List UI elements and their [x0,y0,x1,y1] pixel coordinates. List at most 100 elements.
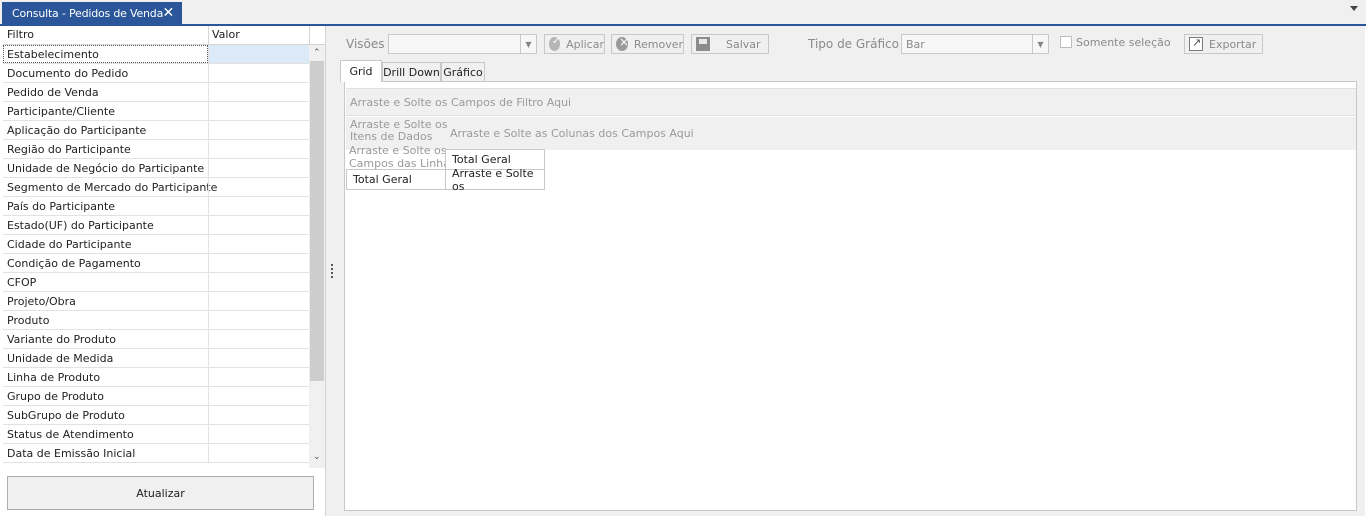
filter-row[interactable]: Status de Atendimento [3,425,309,444]
filter-name: Unidade de Negócio do Participante [7,162,205,175]
document-tab-strip: Consulta - Pedidos de Venda ✕ [0,0,1366,26]
filter-row[interactable]: Unidade de Medida [3,349,309,368]
tab-grid[interactable]: Grid [340,60,382,82]
filter-drop-zone[interactable]: Arraste e Solte os Campos de Filtro Aqui [346,88,1356,116]
filter-value-cell[interactable] [208,311,309,329]
filter-value-cell[interactable] [208,425,309,443]
apply-button[interactable]: Aplicar [544,34,605,54]
filter-value-cell[interactable] [208,292,309,310]
filter-row[interactable]: Grupo de Produto [3,387,309,406]
filter-row[interactable]: Segmento de Mercado do Participante [3,178,309,197]
refresh-button[interactable]: Atualizar [7,476,314,510]
filter-name: Região do Participante [7,143,131,156]
remove-button[interactable]: Remover [611,34,684,54]
filter-panel: Filtro Valor Estabelecimento Documento do… [3,26,326,516]
chevron-down-icon[interactable]: ▼ [520,35,536,53]
filter-name: Projeto/Obra [7,295,76,308]
tab-consulta-pedidos[interactable]: Consulta - Pedidos de Venda ✕ [2,2,182,24]
panel-splitter[interactable] [326,26,338,516]
filter-value-cell[interactable] [208,216,309,234]
tab-grafico[interactable]: Gráfico [441,62,485,82]
save-button[interactable]: Salvar [691,34,769,54]
filter-row[interactable]: Cidade do Participante [3,235,309,254]
selection-only-checkbox[interactable] [1060,36,1072,48]
filter-value-cell[interactable] [208,140,309,158]
data-drop-zone[interactable]: Arraste e Solte os Itens de Dados Arrast… [346,117,1356,150]
filter-value-cell[interactable] [208,330,309,348]
tab-title: Consulta - Pedidos de Venda [12,6,164,20]
export-icon [1189,36,1203,51]
filter-row[interactable]: Aplicação do Participante [3,121,309,140]
export-button-label: Exportar [1209,37,1257,51]
filter-value-cell[interactable] [208,64,309,82]
check-circle-icon [549,36,560,51]
filter-name: Estabelecimento [7,48,99,61]
filter-row[interactable]: Condição de Pagamento [3,254,309,273]
chart-type-value: Bar [906,38,925,51]
filter-value-cell[interactable] [208,235,309,253]
filter-row[interactable]: Projeto/Obra [3,292,309,311]
column-separator [309,26,310,45]
chart-type-select[interactable]: Bar ▼ [901,34,1049,54]
chevron-down-icon[interactable]: ▼ [1032,35,1048,53]
filter-name: Aplicação do Participante [7,124,147,137]
filter-row[interactable]: Variante do Produto [3,330,309,349]
remove-button-label: Remover [633,37,683,51]
filter-value-cell[interactable] [208,444,309,462]
row-grand-total-header[interactable]: Total Geral [346,169,446,190]
scroll-up-icon[interactable]: ⌃ [313,49,321,58]
filter-value-cell[interactable] [208,45,309,63]
filter-name: Condição de Pagamento [7,257,141,270]
filter-value-cell[interactable] [208,349,309,367]
column-header-valor[interactable]: Valor [212,28,240,41]
column-zone-text[interactable]: Arraste e Solte as Colunas dos Campos Aq… [450,127,694,140]
filter-row[interactable]: Data de Emissão Inicial [3,444,309,463]
filter-value-cell[interactable] [208,159,309,177]
column-header-filtro[interactable]: Filtro [7,28,34,41]
pivot-toolbar: Visões ▼ Aplicar Remover Salvar Tipo de … [338,26,1365,60]
filter-row[interactable]: Unidade de Negócio do Participante [3,159,309,178]
scrollbar-thumb[interactable] [310,61,324,381]
export-button[interactable]: Exportar [1184,34,1263,54]
filter-name: SubGrupo de Produto [7,409,125,422]
filter-row[interactable]: Linha de Produto [3,368,309,387]
filter-zone-text: Arraste e Solte os Campos de Filtro Aqui [350,96,572,109]
grand-total-cell[interactable]: Arraste e Solte os [445,167,545,193]
filter-name: Participante/Cliente [7,105,115,118]
tab-list-dropdown-icon[interactable] [1350,6,1358,11]
filter-value-cell[interactable] [208,197,309,215]
filter-name: Data de Emissão Inicial [7,447,136,460]
filter-name: Unidade de Medida [7,352,114,365]
filter-value-cell[interactable] [208,121,309,139]
filter-name: Pedido de Venda [7,86,99,99]
views-select[interactable]: ▼ [388,34,537,54]
filter-value-cell[interactable] [208,368,309,386]
filter-name: Segmento de Mercado do Participante [7,181,218,194]
scroll-down-icon[interactable]: ⌄ [313,453,321,462]
filter-row[interactable]: Participante/Cliente [3,102,309,121]
filter-row[interactable]: SubGrupo de Produto [3,406,309,425]
tab-drill-down[interactable]: Drill Down [382,62,441,82]
filter-name: Linha de Produto [7,371,101,384]
filter-value-cell[interactable] [208,387,309,405]
filter-row[interactable]: Pedido de Venda [3,83,309,102]
filter-value-cell[interactable] [208,273,309,291]
filter-row[interactable]: Documento do Pedido [3,64,309,83]
filter-grid-scrollbar[interactable]: ⌃ ⌄ [309,45,325,468]
close-icon[interactable]: ✕ [162,5,174,21]
filter-value-cell[interactable] [208,83,309,101]
filter-row[interactable]: País do Participante [3,197,309,216]
filter-name: Documento do Pedido [7,67,129,80]
filter-value-cell[interactable] [208,178,309,196]
filter-name: País do Participante [7,200,116,213]
filter-value-cell[interactable] [208,254,309,272]
filter-row[interactable]: Estabelecimento [3,45,309,64]
filter-row[interactable]: Produto [3,311,309,330]
filter-row[interactable]: Região do Participante [3,140,309,159]
filter-row[interactable]: CFOP [3,273,309,292]
filter-value-cell[interactable] [208,406,309,424]
row-zone-text-1[interactable]: Arraste e Solte os [349,144,447,157]
filter-name: Estado(UF) do Participante [7,219,154,232]
filter-value-cell[interactable] [208,102,309,120]
filter-row[interactable]: Estado(UF) do Participante [3,216,309,235]
